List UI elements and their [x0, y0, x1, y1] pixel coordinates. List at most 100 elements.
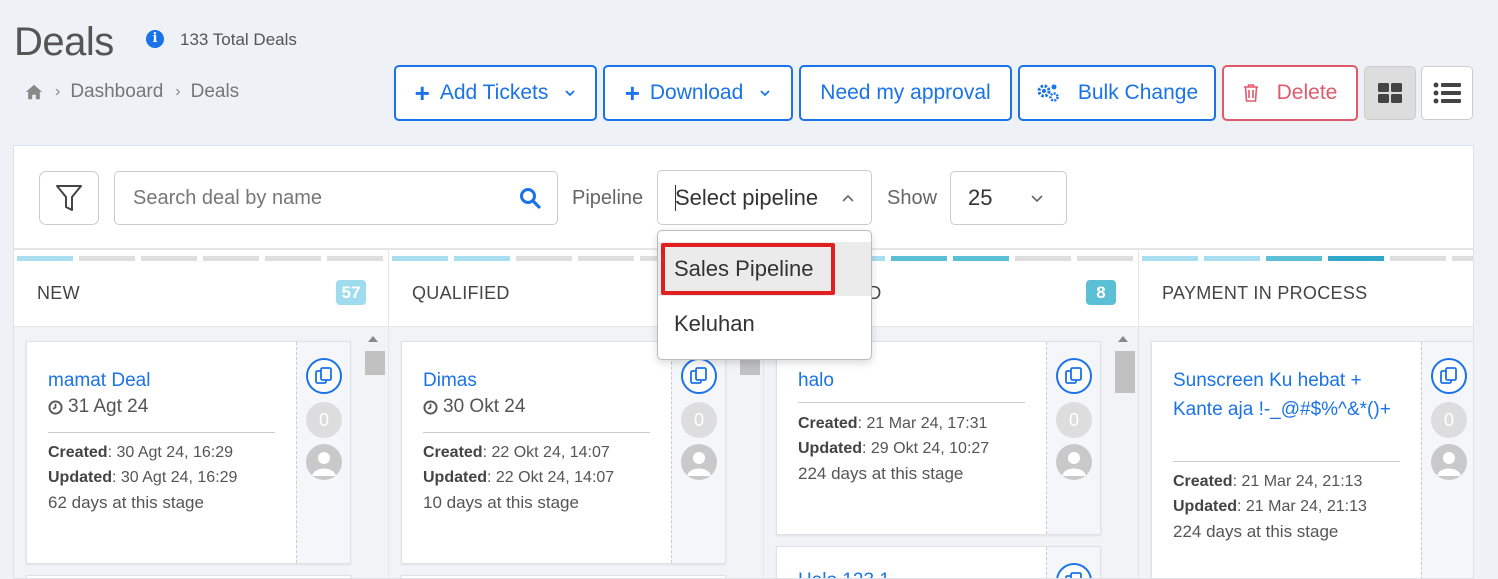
stage-progress	[1142, 256, 1473, 261]
copy-deal-button[interactable]	[306, 358, 342, 394]
filter-button[interactable]	[39, 171, 99, 225]
scroll-thumb[interactable]	[365, 351, 385, 375]
created-label: Created	[48, 444, 108, 461]
comment-count[interactable]: 0	[681, 402, 717, 438]
home-icon[interactable]	[25, 83, 43, 101]
list-icon	[1433, 82, 1461, 104]
copy-icon	[315, 367, 332, 384]
user-icon	[1437, 452, 1461, 476]
chevron-down-icon	[565, 90, 576, 97]
pipeline-option-keluhan[interactable]: Keluhan	[658, 297, 871, 351]
download-label: Download	[649, 81, 744, 104]
card-divider	[798, 402, 1025, 403]
pipeline-option-sales[interactable]: Sales Pipeline	[658, 242, 871, 296]
updated-label: Updated	[48, 469, 112, 486]
delete-button[interactable]: Delete	[1222, 65, 1358, 121]
chevron-up-icon	[842, 194, 854, 202]
avatar[interactable]	[1056, 444, 1092, 480]
updated-label: Updated	[423, 469, 487, 486]
info-icon[interactable]: i	[146, 30, 164, 48]
deal-card[interactable]: Halo 123 1	[776, 546, 1101, 578]
copy-deal-button[interactable]	[1431, 358, 1467, 394]
avatar[interactable]	[306, 444, 342, 480]
search-input[interactable]	[116, 173, 496, 223]
scroll-thumb[interactable]	[1115, 351, 1135, 393]
need-approval-label: Need my approval	[820, 81, 991, 104]
column-body: halo Created: 21 Mar 24, 17:31 Updated: …	[764, 327, 1138, 578]
search-box	[114, 171, 558, 225]
updated-value: : 22 Okt 24, 14:07	[487, 469, 615, 486]
show-label: Show	[887, 187, 938, 209]
add-tickets-label: Add Tickets	[439, 81, 549, 104]
download-button[interactable]: + Download	[603, 65, 793, 121]
total-deals-count: 133 Total Deals	[180, 30, 297, 49]
scroll-up-icon[interactable]	[1118, 336, 1128, 342]
deal-title[interactable]: Sunscreen Ku hebat + Kante aja !-_@#$%^&…	[1173, 366, 1408, 424]
list-view-button[interactable]	[1421, 66, 1473, 120]
deal-title[interactable]: halo	[798, 366, 1033, 395]
comment-count[interactable]: 0	[1056, 402, 1092, 438]
card-actions: 0	[296, 342, 350, 563]
column-scrollbar[interactable]	[1114, 335, 1135, 578]
bulk-change-button[interactable]: Bulk Change	[1018, 65, 1216, 121]
deal-card[interactable]	[26, 575, 351, 578]
plus-icon: +	[624, 78, 640, 108]
copy-icon	[1440, 367, 1457, 384]
days-at-stage: 224 days at this stage	[1173, 522, 1339, 541]
deal-title[interactable]: mamat Deal	[48, 366, 283, 395]
pipeline-select[interactable]: Select pipeline	[657, 170, 872, 225]
chevron-down-icon	[1031, 195, 1043, 203]
pipeline-dropdown-menu: Sales Pipeline Keluhan	[657, 230, 872, 360]
deal-card[interactable]	[401, 575, 726, 578]
user-icon	[1062, 452, 1086, 476]
add-tickets-button[interactable]: + Add Tickets	[394, 65, 597, 121]
deal-card[interactable]: mamat Deal 31 Agt 24 Created: 30 Agt 24,…	[26, 341, 351, 564]
avatar[interactable]	[681, 444, 717, 480]
copy-deal-button[interactable]	[1056, 563, 1092, 578]
copy-deal-button[interactable]	[1056, 358, 1092, 394]
comment-count[interactable]: 0	[1431, 402, 1467, 438]
deal-card[interactable]: halo Created: 21 Mar 24, 17:31 Updated: …	[776, 341, 1101, 535]
deal-card[interactable]: Sunscreen Ku hebat + Kante aja !-_@#$%^&…	[1151, 341, 1473, 578]
updated-label: Updated	[798, 440, 862, 457]
search-icon[interactable]	[519, 187, 541, 209]
show-select-value: 25	[968, 185, 993, 210]
column-title: PAYMENT IN PROCESS	[1162, 283, 1368, 303]
column-title: QUALIFIED	[412, 283, 510, 303]
plus-icon: +	[414, 78, 430, 108]
grid-view-button[interactable]	[1364, 66, 1416, 120]
deal-title[interactable]: Halo 123 1	[798, 566, 1033, 578]
pipeline-label: Pipeline	[572, 187, 644, 209]
copy-deal-button[interactable]	[681, 358, 717, 394]
column-scrollbar[interactable]	[739, 335, 760, 578]
grid-icon	[1378, 83, 1402, 103]
days-at-stage: 62 days at this stage	[48, 493, 204, 512]
show-select[interactable]: 25	[950, 171, 1067, 225]
column-body: mamat Deal 31 Agt 24 Created: 30 Agt 24,…	[14, 327, 388, 578]
deal-due-date: 30 Okt 24	[423, 396, 525, 418]
created-value: : 22 Okt 24, 14:07	[482, 444, 610, 461]
deal-card[interactable]: Dimas 30 Okt 24 Created: 22 Okt 24, 14:0…	[401, 341, 726, 564]
days-at-stage: 224 days at this stage	[798, 464, 964, 483]
card-divider	[1173, 461, 1400, 462]
updated-label: Updated	[1173, 498, 1237, 515]
avatar[interactable]	[1431, 444, 1467, 480]
trash-icon	[1243, 84, 1258, 102]
text-cursor	[675, 185, 676, 211]
user-icon	[312, 452, 336, 476]
card-actions: 0	[1046, 342, 1100, 534]
cogs-icon	[1037, 84, 1059, 102]
column-scrollbar[interactable]	[364, 335, 385, 578]
need-approval-button[interactable]: Need my approval	[799, 65, 1012, 121]
updated-value: : 30 Agt 24, 16:29	[112, 469, 238, 486]
scroll-up-icon[interactable]	[368, 336, 378, 342]
breadcrumb-dashboard[interactable]: Dashboard	[70, 81, 163, 103]
user-icon	[687, 452, 711, 476]
breadcrumb: › Dashboard › Deals	[25, 81, 239, 103]
comment-count[interactable]: 0	[306, 402, 342, 438]
copy-icon	[690, 367, 707, 384]
card-actions	[1046, 547, 1100, 578]
deal-title[interactable]: Dimas	[423, 366, 658, 395]
filter-icon	[56, 185, 82, 211]
delete-label: Delete	[1276, 81, 1338, 104]
